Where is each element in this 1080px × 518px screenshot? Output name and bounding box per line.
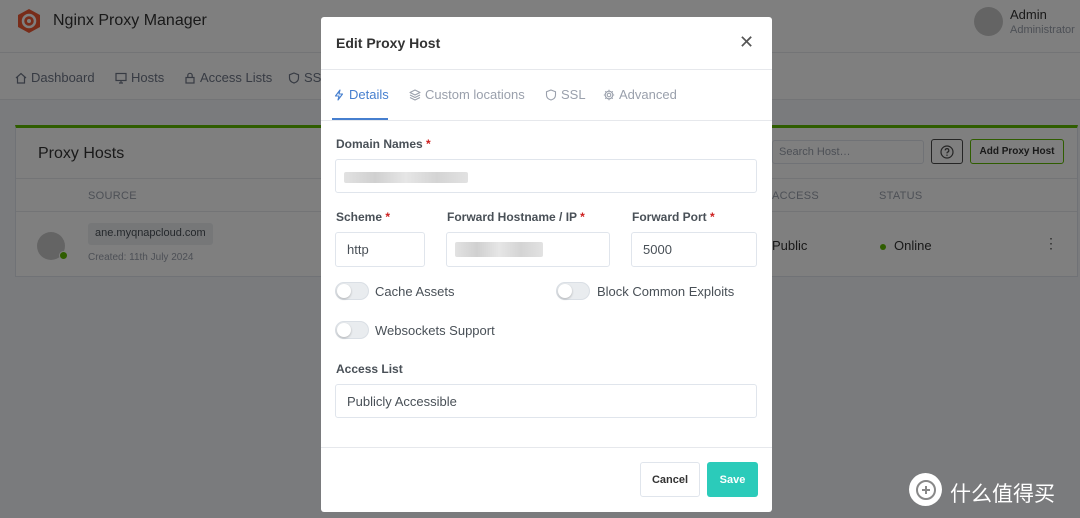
forward-host-label: Forward Hostname / IP * xyxy=(447,210,585,224)
redacted-domain xyxy=(344,172,468,183)
scheme-label: Scheme * xyxy=(336,210,390,224)
required-mark: * xyxy=(710,210,715,224)
required-mark: * xyxy=(385,210,391,224)
close-icon[interactable]: ✕ xyxy=(739,33,754,51)
tab-details[interactable]: Details xyxy=(333,87,389,102)
tab-custom-locations[interactable]: Custom locations xyxy=(409,87,525,102)
websockets-label: Websockets Support xyxy=(375,323,495,338)
watermark-logo-icon xyxy=(909,473,942,506)
forward-port-label: Forward Port * xyxy=(632,210,715,224)
required-mark: * xyxy=(426,137,431,151)
tab-ssl-label: SSL xyxy=(561,87,586,102)
cache-assets-label: Cache Assets xyxy=(375,284,455,299)
modal-title: Edit Proxy Host xyxy=(336,35,441,51)
redacted-hostname xyxy=(455,242,543,257)
cancel-button[interactable]: Cancel xyxy=(640,462,700,497)
shield-icon xyxy=(545,88,557,101)
tab-advanced-label: Advanced xyxy=(619,87,677,102)
domain-names-label-text: Domain Names xyxy=(336,137,423,151)
watermark-text: 什么值得买 xyxy=(950,483,1055,506)
websockets-toggle[interactable] xyxy=(335,321,369,339)
edit-proxy-host-dialog: Edit Proxy Host ✕ Details Custom locatio… xyxy=(321,17,772,512)
scheme-input[interactable]: http xyxy=(335,232,425,267)
cache-assets-toggle[interactable] xyxy=(335,282,369,300)
forward-hostname-input[interactable] xyxy=(446,232,610,267)
block-exploits-label: Block Common Exploits xyxy=(597,284,735,299)
domain-names-field[interactable] xyxy=(335,159,757,193)
scheme-label-text: Scheme xyxy=(336,210,383,224)
tab-ssl[interactable]: SSL xyxy=(545,87,586,102)
forward-port-input[interactable]: 5000 xyxy=(631,232,757,267)
forward-host-label-text: Forward Hostname / IP xyxy=(447,210,577,224)
forward-port-label-text: Forward Port xyxy=(632,210,707,224)
gear-icon xyxy=(603,89,615,100)
layers-icon xyxy=(409,88,421,101)
access-list-select[interactable]: Publicly Accessible xyxy=(335,384,757,418)
domain-names-label: Domain Names * xyxy=(336,137,431,151)
block-exploits-toggle[interactable] xyxy=(556,282,590,300)
divider xyxy=(321,69,772,70)
save-button[interactable]: Save xyxy=(707,462,758,497)
access-list-label: Access List xyxy=(336,362,403,376)
tab-details-label: Details xyxy=(349,87,389,102)
divider xyxy=(321,447,772,448)
tab-advanced[interactable]: Advanced xyxy=(603,87,677,102)
divider xyxy=(321,120,772,121)
required-mark: * xyxy=(580,210,585,224)
lightning-icon xyxy=(334,88,344,101)
tab-custom-locations-label: Custom locations xyxy=(425,87,525,102)
